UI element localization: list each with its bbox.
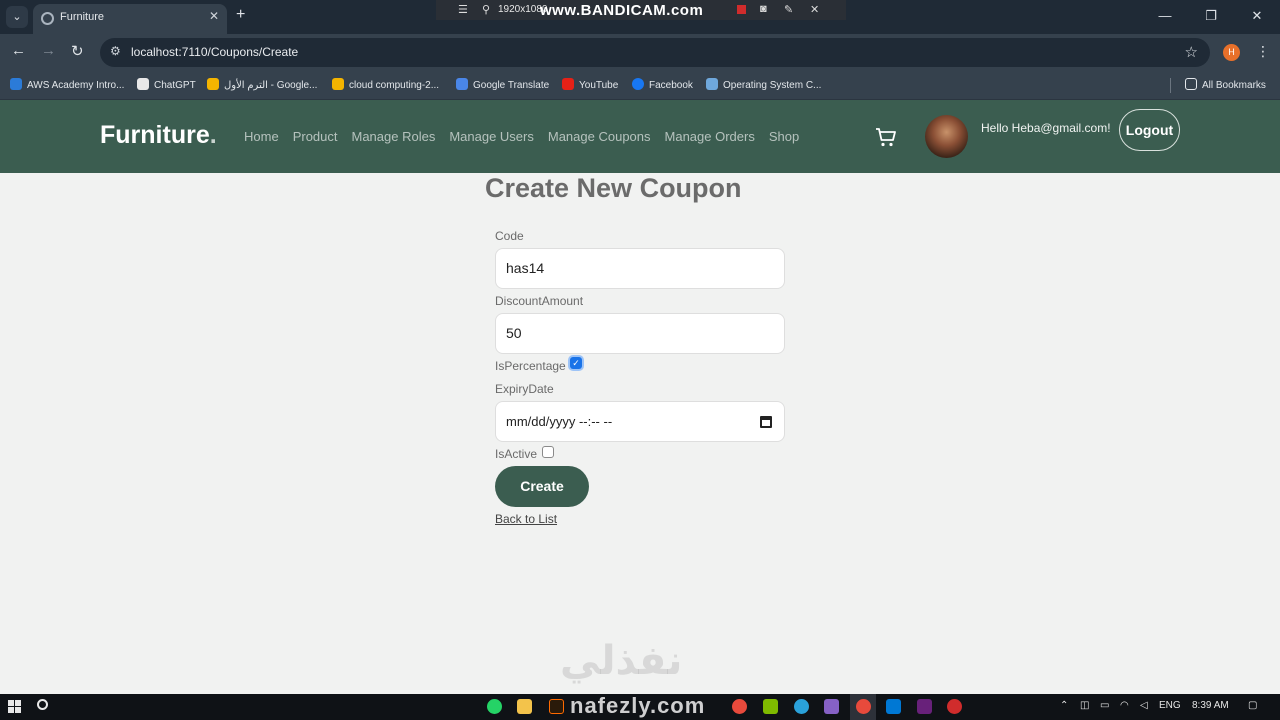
nav-link-manage-roles[interactable]: Manage Roles	[352, 129, 436, 144]
discount-amount-input[interactable]: 50	[495, 313, 785, 354]
bookmark-item[interactable]: YouTube	[562, 78, 618, 91]
windows-start-icon[interactable]	[8, 700, 21, 713]
code-label: Code	[495, 229, 524, 243]
recorder-brand: www.BANDICAM.com	[540, 2, 704, 19]
facebook-icon	[632, 78, 644, 90]
profile-avatar[interactable]: H	[1223, 44, 1240, 61]
security-icon[interactable]: ◫	[1080, 700, 1089, 711]
clock[interactable]: 8:39 AM	[1192, 700, 1229, 711]
bookmark-item[interactable]: ChatGPT	[137, 78, 196, 91]
language-indicator[interactable]: ENG	[1159, 700, 1181, 711]
reload-icon[interactable]: ↻	[71, 42, 84, 60]
watermark-arabic: نفذلي	[560, 639, 683, 683]
tab-search-button[interactable]: ⌄	[6, 6, 28, 28]
browser-toolbar: ← → ↻ ⚙ localhost:7110/Coupons/Create ☆	[0, 34, 1280, 71]
nav-link-manage-coupons[interactable]: Manage Coupons	[548, 129, 651, 144]
close-window-button[interactable]: ✕	[1234, 0, 1280, 34]
tab-close-button[interactable]: ✕	[209, 9, 219, 23]
pin-icon[interactable]: ⚲	[482, 3, 490, 16]
site-logo[interactable]: Furniture.	[100, 121, 217, 150]
google-drive-icon	[207, 78, 219, 90]
create-button[interactable]: Create	[495, 466, 589, 507]
minimize-button[interactable]: —	[1142, 0, 1188, 34]
back-to-list-link[interactable]: Back to List	[495, 512, 557, 526]
csharp-icon[interactable]	[917, 699, 932, 714]
expiry-date-label: ExpiryDate	[495, 382, 554, 396]
chatgpt-icon	[137, 78, 149, 90]
pencil-icon[interactable]: ✎	[784, 3, 793, 16]
camera-icon[interactable]: ◙	[760, 3, 767, 15]
user-greeting: Hello Heba@gmail.com!	[981, 121, 1111, 135]
is-percentage-checkbox[interactable]: ✓	[570, 357, 582, 369]
wifi-icon[interactable]: ◠	[1120, 700, 1129, 711]
bookmark-item[interactable]: Google Translate	[456, 78, 549, 91]
site-header: Furniture. Home Product Manage Roles Man…	[0, 100, 1280, 173]
chrome-icon[interactable]	[732, 699, 747, 714]
bookmark-item[interactable]: Operating System C...	[706, 78, 821, 91]
youtube-icon	[562, 78, 574, 90]
main-nav: Home Product Manage Roles Manage Users M…	[244, 129, 799, 144]
address-bar[interactable]: ⚙ localhost:7110/Coupons/Create ☆	[100, 38, 1210, 67]
nav-link-shop[interactable]: Shop	[769, 129, 799, 144]
mail-icon[interactable]	[886, 699, 901, 714]
url-text[interactable]: localhost:7110/Coupons/Create	[131, 45, 298, 59]
browser-menu-icon[interactable]: ⋮	[1256, 43, 1270, 60]
store-icon[interactable]	[763, 699, 778, 714]
nav-link-home[interactable]: Home	[244, 129, 279, 144]
bookmarks-bar: AWS Academy Intro... ChatGPT الترم الأول…	[0, 71, 1280, 100]
restore-button[interactable]: ❐	[1188, 0, 1234, 34]
nav-link-product[interactable]: Product	[293, 129, 338, 144]
bookmark-item[interactable]: Facebook	[632, 78, 693, 91]
close-icon[interactable]: ✕	[810, 3, 819, 16]
back-arrow-icon[interactable]: ←	[11, 42, 26, 59]
all-bookmarks-button[interactable]: All Bookmarks	[1185, 78, 1266, 91]
folder-icon	[1185, 78, 1197, 90]
calendar-icon[interactable]	[760, 416, 772, 428]
tab-title: Furniture	[60, 11, 105, 23]
is-active-label: IsActive	[495, 447, 538, 461]
bookmark-item[interactable]: الترم الأول - Google...	[207, 78, 317, 91]
globe-icon	[41, 12, 54, 25]
site-info-icon[interactable]: ⚙	[110, 44, 121, 58]
discount-amount-label: DiscountAmount	[495, 294, 584, 308]
logout-button[interactable]: Logout	[1119, 109, 1180, 151]
bookmark-item[interactable]: cloud computing-2...	[332, 78, 439, 91]
code-input[interactable]: has14	[495, 248, 785, 289]
new-tab-button[interactable]: +	[236, 6, 245, 24]
bookmark-item[interactable]: AWS Academy Intro...	[10, 78, 124, 91]
file-explorer-icon[interactable]	[517, 699, 532, 714]
tray-chevron-icon[interactable]: ⌃	[1060, 700, 1068, 711]
window-controls: — ❐ ✕	[1142, 0, 1280, 34]
forward-arrow-icon[interactable]: →	[41, 42, 56, 59]
bookmarks-divider	[1170, 78, 1171, 93]
battery-icon[interactable]: ▭	[1100, 700, 1109, 711]
user-avatar[interactable]	[925, 115, 968, 158]
nav-link-manage-users[interactable]: Manage Users	[449, 129, 534, 144]
page-title: Create New Coupon	[485, 173, 742, 203]
browser-tab-active[interactable]: Furniture ✕	[33, 4, 227, 34]
whatsapp-icon[interactable]	[487, 699, 502, 714]
menu-icon[interactable]: ☰	[458, 3, 468, 16]
record-indicator-icon	[737, 5, 746, 14]
laptop-icon	[706, 78, 718, 90]
recorder-overlay: ☰ ⚲ 1920x1080 www.BANDICAM.com ◙ ✎ ✕	[436, 0, 846, 20]
translate-icon	[456, 78, 468, 90]
bandicam-icon[interactable]	[947, 699, 962, 714]
screen: ⌄ Furniture ✕ + — ❐ ✕ ☰ ⚲ 1920x1080 www.…	[0, 0, 1280, 720]
telegram-icon[interactable]	[794, 699, 809, 714]
cart-icon[interactable]	[874, 125, 898, 149]
nav-link-manage-orders[interactable]: Manage Orders	[665, 129, 755, 144]
visual-studio-icon[interactable]	[824, 699, 839, 714]
google-drive-icon	[332, 78, 344, 90]
illustrator-icon[interactable]	[549, 699, 564, 714]
search-icon[interactable]	[37, 699, 48, 710]
volume-icon[interactable]: ◁	[1140, 700, 1148, 711]
chrome-active-icon[interactable]	[856, 699, 871, 714]
aws-icon	[10, 78, 22, 90]
is-active-checkbox[interactable]	[542, 446, 554, 458]
watermark-latin: nafezly.com	[570, 693, 706, 718]
bookmark-star-icon[interactable]: ☆	[1185, 43, 1198, 61]
notifications-icon[interactable]: ▢	[1248, 700, 1257, 711]
is-percentage-label: IsPercentage	[495, 359, 566, 373]
